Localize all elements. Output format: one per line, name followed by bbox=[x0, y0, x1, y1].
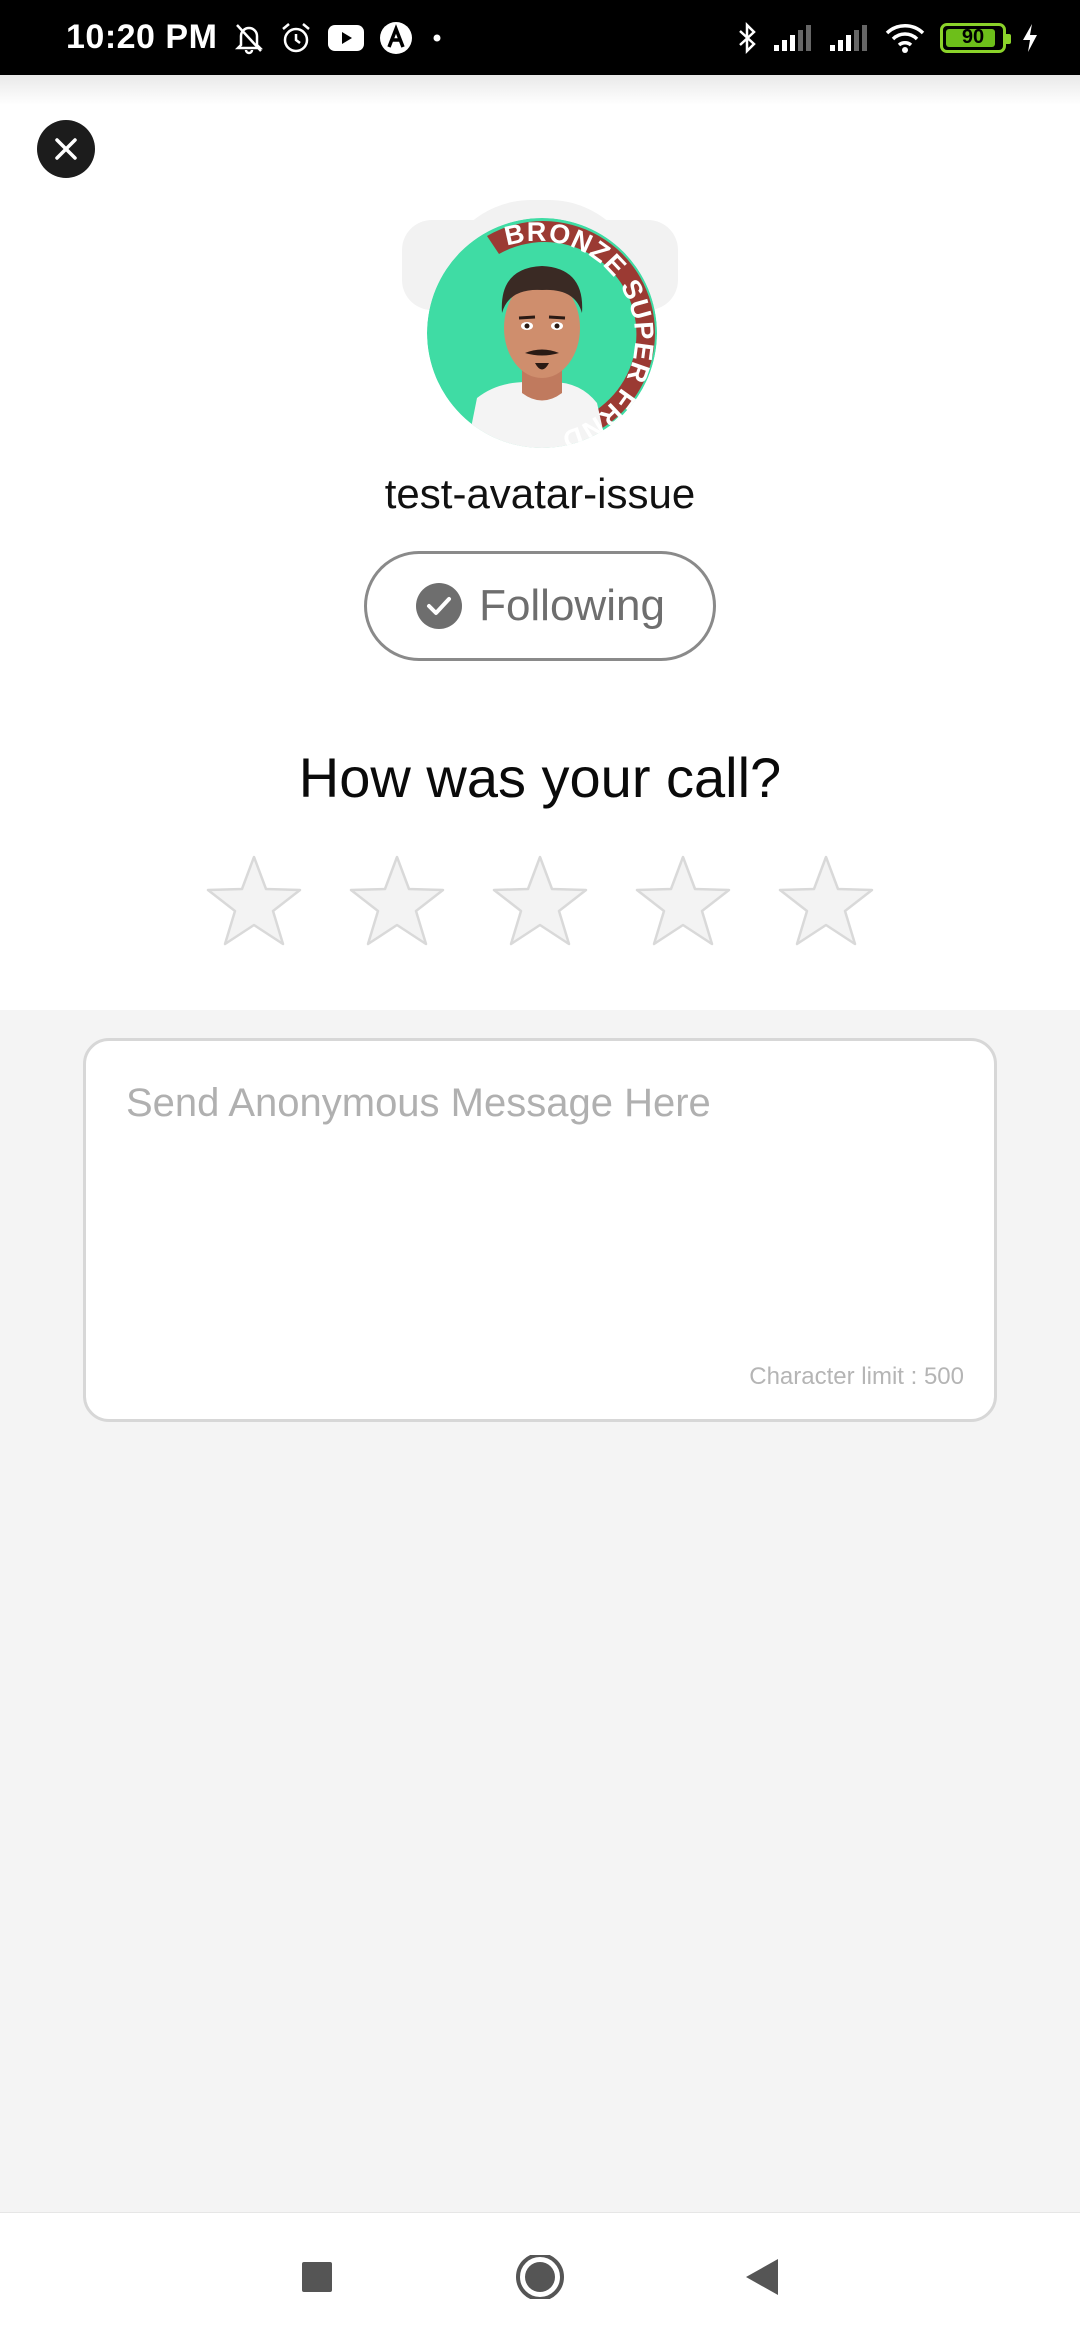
close-icon bbox=[55, 138, 77, 160]
check-circle-icon bbox=[416, 583, 463, 629]
status-notification-icons bbox=[233, 21, 447, 55]
battery-tip bbox=[1006, 33, 1011, 44]
recents-square-icon[interactable] bbox=[300, 2255, 334, 2299]
star-1-icon[interactable] bbox=[204, 853, 304, 949]
dot-icon bbox=[433, 34, 441, 41]
alarm-icon bbox=[282, 22, 311, 52]
anonymous-message-input[interactable] bbox=[126, 1081, 946, 1341]
star-5-icon[interactable] bbox=[776, 853, 876, 949]
app-icon bbox=[380, 21, 413, 54]
status-time: 10:20 PM bbox=[66, 18, 218, 56]
star-4-icon[interactable] bbox=[633, 853, 733, 949]
star-3-icon[interactable] bbox=[490, 853, 590, 949]
signal-icon bbox=[830, 24, 867, 51]
status-left: 10:20 PM bbox=[66, 18, 447, 57]
signal-icon bbox=[774, 24, 811, 51]
feedback-header-panel: BRONZE SUPER FRND test-avatar-issue Foll… bbox=[0, 75, 1080, 1010]
bluetooth-icon bbox=[739, 21, 756, 54]
panel-shadow bbox=[0, 75, 1080, 105]
avatar-illustration: BRONZE SUPER FRND bbox=[427, 218, 657, 448]
system-nav-bar bbox=[0, 2212, 1080, 2340]
back-triangle-icon[interactable] bbox=[742, 2255, 782, 2299]
charging-icon bbox=[1023, 23, 1037, 52]
battery-icon: 90 bbox=[940, 22, 1011, 53]
wifi-icon bbox=[885, 23, 925, 53]
avatar-container: BRONZE SUPER FRND bbox=[402, 200, 678, 448]
rating-question: How was your call? bbox=[298, 746, 782, 809]
character-limit: Character limit : 500 bbox=[749, 1363, 964, 1390]
star-rating bbox=[204, 853, 876, 953]
anonymous-message-box: Character limit : 500 bbox=[83, 1038, 997, 1422]
bell-off-icon bbox=[235, 23, 264, 54]
following-label: Following bbox=[479, 581, 665, 630]
avatar: BRONZE SUPER FRND bbox=[427, 218, 657, 448]
following-button[interactable]: Following bbox=[364, 551, 716, 661]
home-circle-icon[interactable] bbox=[514, 2255, 566, 2299]
status-bar: 10:20 PM 90 bbox=[0, 0, 1080, 75]
username: test-avatar-issue bbox=[384, 470, 696, 517]
star-2-icon[interactable] bbox=[347, 853, 447, 949]
battery-level: 90 bbox=[961, 26, 985, 48]
close-button[interactable] bbox=[37, 120, 95, 178]
youtube-icon bbox=[328, 24, 365, 51]
status-right: 90 bbox=[736, 21, 1040, 55]
